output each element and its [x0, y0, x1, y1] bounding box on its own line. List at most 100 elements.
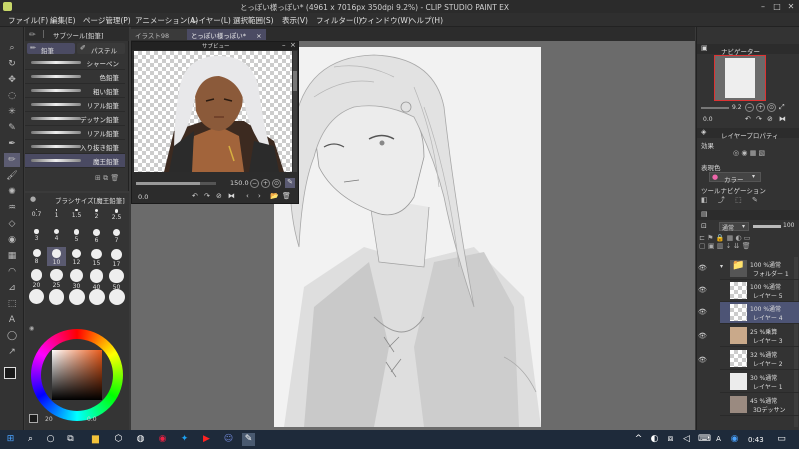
lasso-tool-icon[interactable]: ◌: [4, 89, 20, 103]
brush-item[interactable]: リアル鉛筆: [25, 126, 125, 140]
minimize-icon[interactable]: –: [757, 1, 769, 12]
nav-btn-4-icon[interactable]: ✎: [752, 196, 758, 204]
doc-tab-active[interactable]: とっぽい様っぽい* ×: [187, 29, 266, 40]
nav-btn-3-icon[interactable]: ⬚: [735, 196, 742, 204]
app-icon[interactable]: ⬡: [112, 433, 125, 446]
brush-size-cell[interactable]: 4: [47, 227, 66, 246]
nav-flip-icon[interactable]: ⧓: [779, 115, 786, 123]
clip-studio-paint-icon[interactable]: ✎: [242, 433, 255, 446]
delete-layer-icon[interactable]: 🗑: [742, 242, 751, 250]
correction-icon[interactable]: ↗: [4, 345, 20, 359]
network-icon[interactable]: ⧈: [664, 433, 677, 446]
reference-image[interactable]: [134, 51, 292, 172]
layer-row-selected[interactable]: 100 %通常 レイヤー 4: [720, 302, 799, 324]
drawing-canvas[interactable]: [274, 47, 541, 427]
extract-line-icon[interactable]: ▧: [759, 149, 766, 157]
nav-rotate-right-icon[interactable]: ↷: [756, 115, 762, 123]
brush-size-cell[interactable]: 15: [87, 247, 106, 267]
brush-size-cell[interactable]: [87, 287, 106, 306]
border-effect-icon[interactable]: ◎: [733, 149, 739, 157]
tab-pastel[interactable]: ✐ パステル: [77, 43, 125, 55]
flip-icon[interactable]: ⧓: [228, 192, 235, 200]
eye-icon[interactable]: 👁: [698, 356, 707, 364]
fit-icon[interactable]: ⊙: [272, 179, 281, 188]
zoom-in-icon[interactable]: +: [261, 179, 270, 188]
color-wheel[interactable]: [31, 329, 123, 421]
file-explorer-icon[interactable]: ▆: [89, 433, 102, 446]
menu-page[interactable]: ページ管理(P): [83, 15, 131, 26]
clip-studio-launcher-icon[interactable]: ◍: [134, 433, 147, 446]
brush-size-cell[interactable]: 50: [107, 267, 126, 291]
brush-size-cell[interactable]: 3: [27, 227, 46, 246]
brush-size-cell[interactable]: 1: [47, 207, 66, 226]
nav-btn-2-icon[interactable]: ⤴: [718, 196, 725, 204]
figure-icon[interactable]: ◠: [4, 265, 20, 279]
subview-close-icon[interactable]: ×: [290, 41, 296, 49]
current-color-swatch[interactable]: [29, 414, 38, 423]
eyedropper-icon[interactable]: ✎: [4, 121, 20, 135]
zoom-out-icon[interactable]: −: [250, 179, 259, 188]
move-tool-icon[interactable]: ✥: [4, 73, 20, 87]
brush-size-cell[interactable]: 40: [87, 267, 106, 291]
menu-filter[interactable]: フィルター(I): [316, 15, 361, 26]
brush-item[interactable]: デッサン鉛筆: [25, 112, 125, 126]
frame-icon[interactable]: ⬚: [4, 297, 20, 311]
nav-zoom-slider[interactable]: [701, 107, 729, 109]
brush-item-selected[interactable]: 魔王鉛筆: [25, 154, 125, 168]
layer-row[interactable]: 25 %乗算 レイヤー 3: [720, 325, 799, 347]
brush-size-cell[interactable]: [27, 287, 46, 306]
eyedropper-toggle-icon[interactable]: ✎: [285, 178, 295, 188]
tone-effect-icon[interactable]: ▦: [750, 149, 757, 157]
magic-wand-icon[interactable]: ✳: [4, 105, 20, 119]
nav-reset-icon[interactable]: ⊘: [767, 115, 773, 123]
chevron-down-icon[interactable]: ▾: [720, 263, 723, 270]
nav-fullsize-icon[interactable]: ⤢: [779, 103, 785, 112]
close-icon[interactable]: ✕: [785, 1, 797, 12]
rotate-left-icon[interactable]: ↶: [192, 192, 198, 200]
pen-tool-icon[interactable]: ✒: [4, 137, 20, 151]
airbrush-icon[interactable]: ✺: [4, 185, 20, 199]
brush-size-cell[interactable]: 25: [47, 267, 66, 289]
text-tool-icon[interactable]: A: [4, 313, 20, 327]
eye-icon[interactable]: 👁: [698, 332, 707, 340]
brush-size-cell[interactable]: 1.5: [67, 207, 86, 226]
navigator-preview[interactable]: [714, 55, 766, 101]
brush-size-cell[interactable]: 2.5: [107, 207, 126, 226]
subview-scrollbar[interactable]: [293, 51, 297, 172]
notification-icon[interactable]: ▭: [775, 433, 788, 446]
brush-size-cell[interactable]: 6: [87, 227, 106, 246]
brush-item[interactable]: 入り抜き鉛筆: [25, 140, 125, 154]
brush-size-cell[interactable]: 7: [107, 227, 126, 246]
cortana-icon[interactable]: ○: [44, 433, 57, 446]
main-color-swatch[interactable]: [4, 367, 16, 379]
brush-item[interactable]: リアル鉛筆: [25, 98, 125, 112]
tray-chevron-icon[interactable]: ^: [632, 433, 645, 446]
pencil-tool-icon[interactable]: ✏: [4, 153, 20, 167]
menu-file[interactable]: ファイル(F): [8, 15, 48, 26]
expression-color-select[interactable]: ● カラー ▾: [709, 172, 761, 184]
brush-size-cell[interactable]: 8: [27, 247, 46, 266]
brush-item[interactable]: 色鉛筆: [25, 70, 125, 84]
brush-size-cell[interactable]: 17: [107, 247, 126, 268]
twitter-icon[interactable]: ✦: [178, 433, 191, 446]
discord-icon[interactable]: ☺: [222, 433, 235, 446]
windows-start-icon[interactable]: ⊞: [4, 433, 17, 446]
eye-icon[interactable]: 👁: [698, 286, 707, 294]
menu-edit[interactable]: 編集(E): [50, 15, 76, 26]
volume-icon[interactable]: ◁: [680, 433, 693, 446]
mask-icon[interactable]: ◐: [735, 234, 741, 242]
scrollbar-thumb[interactable]: [293, 71, 297, 91]
nav-zoom-in-icon[interactable]: +: [756, 103, 765, 112]
eye-icon[interactable]: 👁: [698, 264, 707, 272]
new-folder-icon[interactable]: ▥: [717, 242, 724, 250]
brush-size-cell[interactable]: 0.7: [27, 207, 46, 226]
transfer-icon[interactable]: ⇣: [726, 242, 732, 250]
rotate-right-icon[interactable]: ↷: [204, 192, 210, 200]
color-mode-icon[interactable]: ◉: [29, 325, 34, 332]
watercolor-effect-icon[interactable]: ◉: [741, 149, 747, 157]
reset-rotation-icon[interactable]: ⊘: [216, 192, 222, 200]
add-subtool-icon[interactable]: ⊞: [95, 174, 101, 182]
brush-size-cell[interactable]: 12: [67, 247, 86, 266]
search-icon[interactable]: ⌕: [24, 433, 37, 446]
copy-subtool-icon[interactable]: ⧉: [103, 174, 108, 182]
